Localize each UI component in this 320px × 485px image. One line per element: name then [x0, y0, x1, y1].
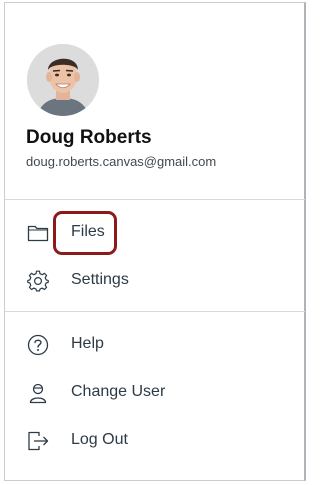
- menu-item-change-user[interactable]: Change User: [5, 373, 305, 413]
- change-user-icon: [27, 382, 49, 404]
- divider: [5, 199, 305, 200]
- avatar-photo: [27, 44, 99, 116]
- menu-item-label: Settings: [71, 271, 129, 288]
- user-name: Doug Roberts: [26, 127, 152, 148]
- menu-item-label: Change User: [71, 383, 166, 400]
- menu-item-settings[interactable]: Settings: [5, 261, 305, 301]
- menu-item-label: Log Out: [71, 431, 128, 448]
- menu-item-log-out[interactable]: Log Out: [5, 421, 305, 461]
- divider: [5, 311, 305, 312]
- menu-item-files[interactable]: Files: [5, 213, 305, 253]
- user-email: doug.roberts.canvas@gmail.com: [26, 154, 217, 169]
- help-icon: [27, 334, 49, 356]
- avatar[interactable]: [27, 44, 99, 116]
- gear-icon: [27, 270, 49, 292]
- menu-item-label: Files: [71, 223, 105, 240]
- folder-icon: [27, 222, 49, 244]
- menu-item-help[interactable]: Help: [5, 325, 305, 365]
- menu-item-label: Help: [71, 335, 104, 352]
- logout-icon: [27, 430, 49, 452]
